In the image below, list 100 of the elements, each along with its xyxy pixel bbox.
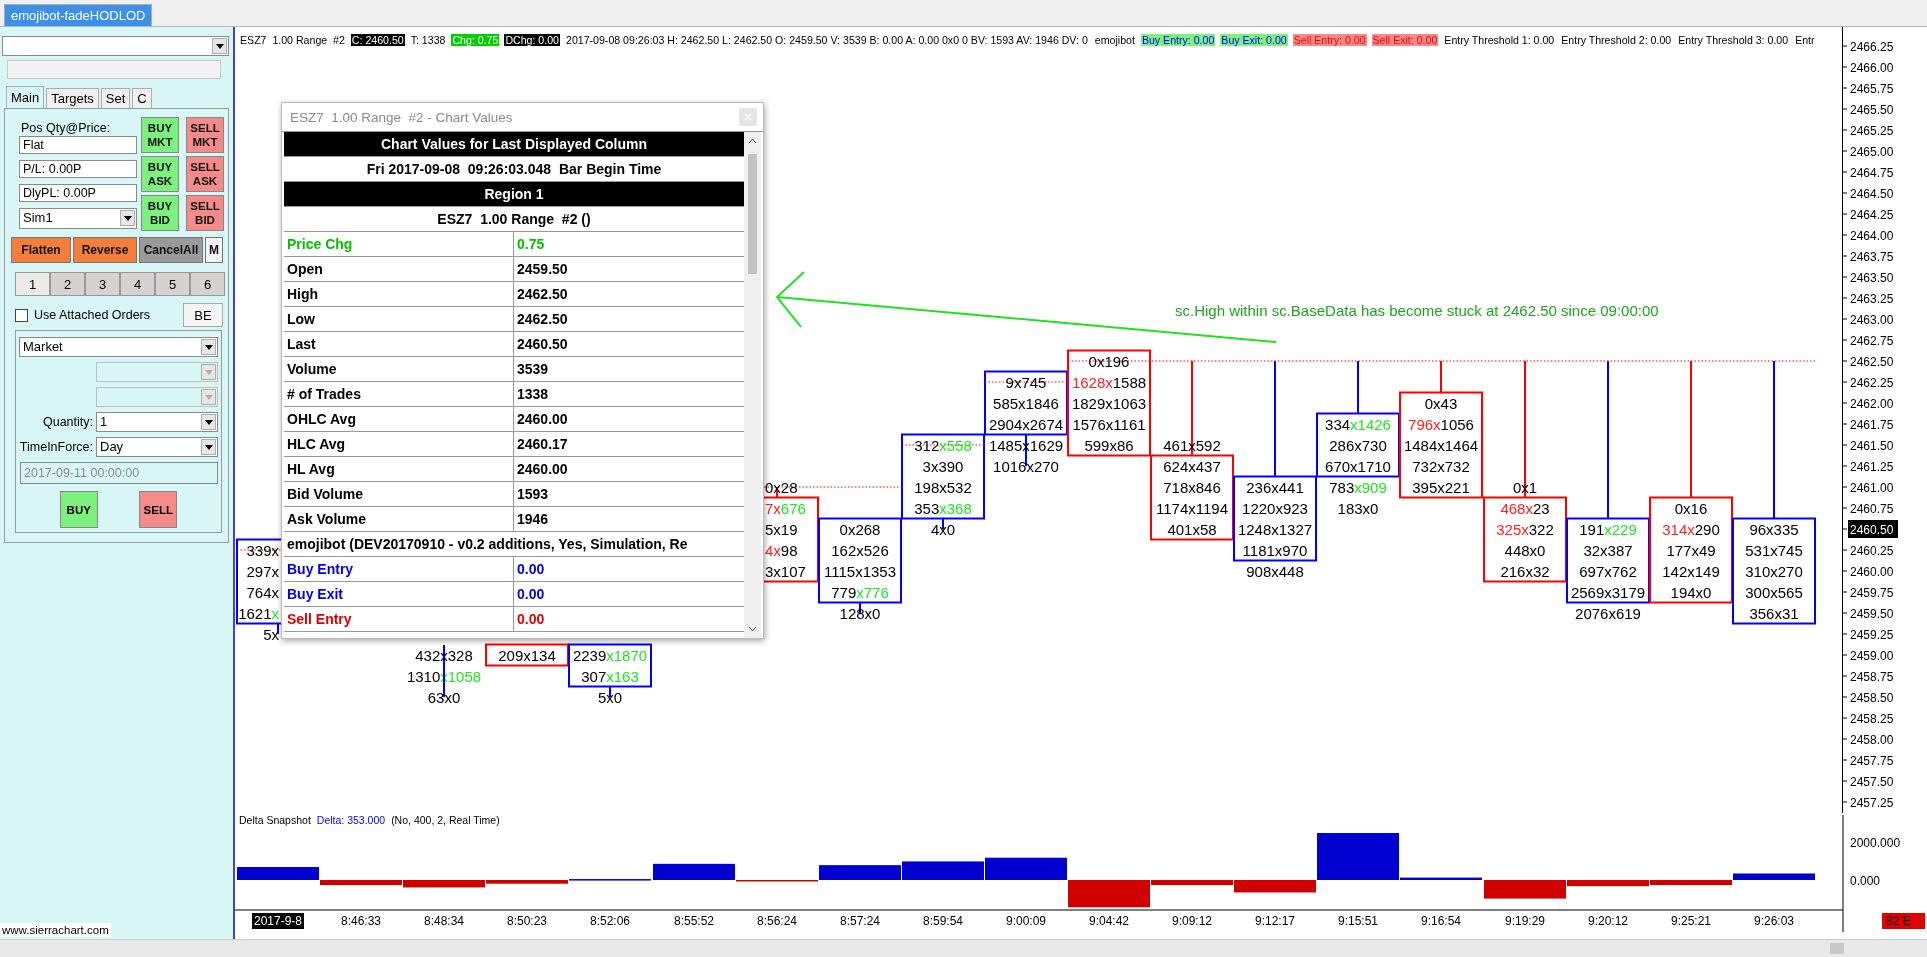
- price-label: 2465.00: [1850, 144, 1894, 159]
- time-label: 8:57:24: [840, 914, 880, 928]
- price-label: 2466.00: [1850, 60, 1894, 75]
- volume-cell: 697x762: [1579, 562, 1637, 580]
- slot-button[interactable]: 3: [85, 272, 120, 296]
- chart-info-text: Chg: 0.75: [451, 34, 500, 46]
- price-label: 2466.25: [1850, 39, 1894, 54]
- order-button[interactable]: BUY BID: [141, 195, 179, 231]
- volume-cell: 718x846: [1163, 478, 1221, 496]
- price-label: 2463.75: [1850, 249, 1894, 264]
- price-label: 2459.00: [1850, 648, 1894, 663]
- volume-cell: 732x732: [1412, 457, 1470, 475]
- volume-cell: 9x745: [1005, 373, 1047, 391]
- volume-cell: 312x558: [914, 436, 972, 454]
- price-label: 2465.50: [1850, 102, 1894, 117]
- horizontal-scrollbar[interactable]: [0, 939, 1927, 957]
- quantity-dropdown[interactable]: 1: [96, 412, 218, 432]
- time-in-force-dropdown[interactable]: Day: [96, 437, 218, 457]
- text-field[interactable]: Flat: [19, 136, 137, 154]
- value-cell-text: 0.75: [516, 235, 545, 254]
- volume-cell: 310x270: [1745, 562, 1803, 580]
- volume-cell: 0x16: [1674, 499, 1708, 517]
- order-button[interactable]: SELL MKT: [186, 117, 224, 153]
- slot-button[interactable]: 4: [120, 272, 155, 296]
- slot-button[interactable]: 2: [50, 272, 85, 296]
- value-cell-text: 2460.00: [516, 410, 568, 429]
- action-button[interactable]: CancelAll: [139, 237, 203, 263]
- volume-cell: 1220x923: [1242, 499, 1308, 517]
- price-label: 2457.50: [1850, 774, 1894, 789]
- be-button[interactable]: BE: [183, 303, 223, 327]
- submit-button[interactable]: SELL: [139, 491, 178, 528]
- price-label: 2461.00: [1850, 480, 1894, 495]
- order-button[interactable]: SELL BID: [186, 195, 224, 231]
- website-label: www.sierrachart.com: [0, 923, 111, 937]
- annotation-text: sc.High within sc.BaseData has become stuck at 2462.50 since 09:00:00: [1175, 302, 1659, 319]
- time-label: 8:48:34: [424, 914, 464, 928]
- text-field[interactable]: DlyPL: 0.00P: [19, 184, 137, 202]
- price-label: 2465.25: [1850, 123, 1894, 138]
- volume-cell: 356x31: [1749, 604, 1799, 622]
- volume-cell: 194x0: [1670, 583, 1712, 601]
- value-cell-text: 3539: [516, 360, 549, 379]
- delta-axis-label: 0.000: [1850, 873, 1881, 888]
- time-label: 8:59:54: [923, 914, 963, 928]
- order-button[interactable]: SELL ASK: [186, 156, 224, 192]
- order-button[interactable]: BUY ASK: [141, 156, 179, 192]
- volume-cell: 307x163: [581, 667, 639, 685]
- action-button[interactable]: Flatten: [11, 237, 71, 263]
- chart-info-text: Entry Threshold 3: 0.00: [1677, 34, 1790, 46]
- chart-info-text: ESZ7 1.00 Range #2: [239, 34, 346, 46]
- slot-button[interactable]: 6: [190, 272, 225, 296]
- price-label: 2462.25: [1850, 375, 1894, 390]
- panel-tab[interactable]: Set: [100, 88, 131, 108]
- price-label: 2463.50: [1850, 270, 1894, 285]
- chart-info-text: emojibot: [1093, 34, 1136, 46]
- slot-button[interactable]: 5: [155, 272, 190, 296]
- scroll-thumb[interactable]: [748, 154, 757, 274]
- order-button[interactable]: BUY MKT: [141, 117, 179, 153]
- volume-cell: 5x: [263, 625, 279, 643]
- volume-cell: 783x909: [1329, 478, 1387, 496]
- volume-cell: 4x98: [765, 541, 798, 559]
- action-button[interactable]: Reverse: [73, 237, 137, 263]
- price-label: 2460.75: [1850, 501, 1894, 516]
- panel-tab[interactable]: Targets: [46, 88, 99, 108]
- scrollbar[interactable]: [744, 132, 761, 638]
- slot-button[interactable]: 1: [15, 272, 50, 296]
- chart-info-text: Buy Entry: 0.00: [1140, 34, 1216, 46]
- volume-cell: 2569x3179: [1570, 583, 1646, 601]
- volume-cell: 796x1056: [1408, 415, 1474, 433]
- value-label: Bid Volume: [284, 482, 514, 506]
- checkbox[interactable]: [15, 308, 28, 322]
- volume-cell: 0x28: [765, 478, 798, 496]
- value-label: Price Chg: [284, 232, 514, 256]
- volume-cell: 468x23: [1500, 499, 1550, 517]
- value-label: Buy Entry: [284, 557, 514, 581]
- text-field[interactable]: P/L: 0.00P: [19, 160, 137, 178]
- panel-tab[interactable]: Main: [6, 86, 45, 108]
- price-label: 2463.25: [1850, 291, 1894, 306]
- volume-cell: 1115x1353: [824, 562, 896, 580]
- volume-cell: 3x390: [922, 457, 964, 475]
- price-label: 2457.75: [1850, 753, 1894, 768]
- price-label: 2459.25: [1850, 627, 1894, 642]
- action-button[interactable]: M: [205, 237, 223, 263]
- date-label: 2017-9-8: [252, 913, 304, 929]
- value-cell-text: 0.00: [516, 610, 545, 629]
- order-type-dropdown[interactable]: Market: [19, 337, 218, 357]
- scroll-up-icon[interactable]: [748, 138, 757, 144]
- panel-tab[interactable]: C: [132, 88, 152, 108]
- value-label: Low: [284, 307, 514, 331]
- volume-cell: 1248x1327: [1237, 520, 1313, 538]
- chart-info-text: C: 2460.50: [350, 34, 405, 46]
- value-cell-text: 2462.50: [516, 285, 568, 304]
- account-dropdown[interactable]: Sim1: [19, 208, 137, 229]
- close-button[interactable]: [739, 108, 757, 126]
- volume-cell: 1576x1161: [1072, 415, 1146, 433]
- time-label: 9:25:21: [1671, 914, 1711, 928]
- price-label: 2464.50: [1850, 186, 1894, 201]
- price-label: 2459.50: [1850, 606, 1894, 621]
- scroll-down-icon[interactable]: [748, 626, 757, 632]
- submit-button[interactable]: BUY: [59, 491, 98, 528]
- symbol-dropdown[interactable]: [2, 36, 229, 56]
